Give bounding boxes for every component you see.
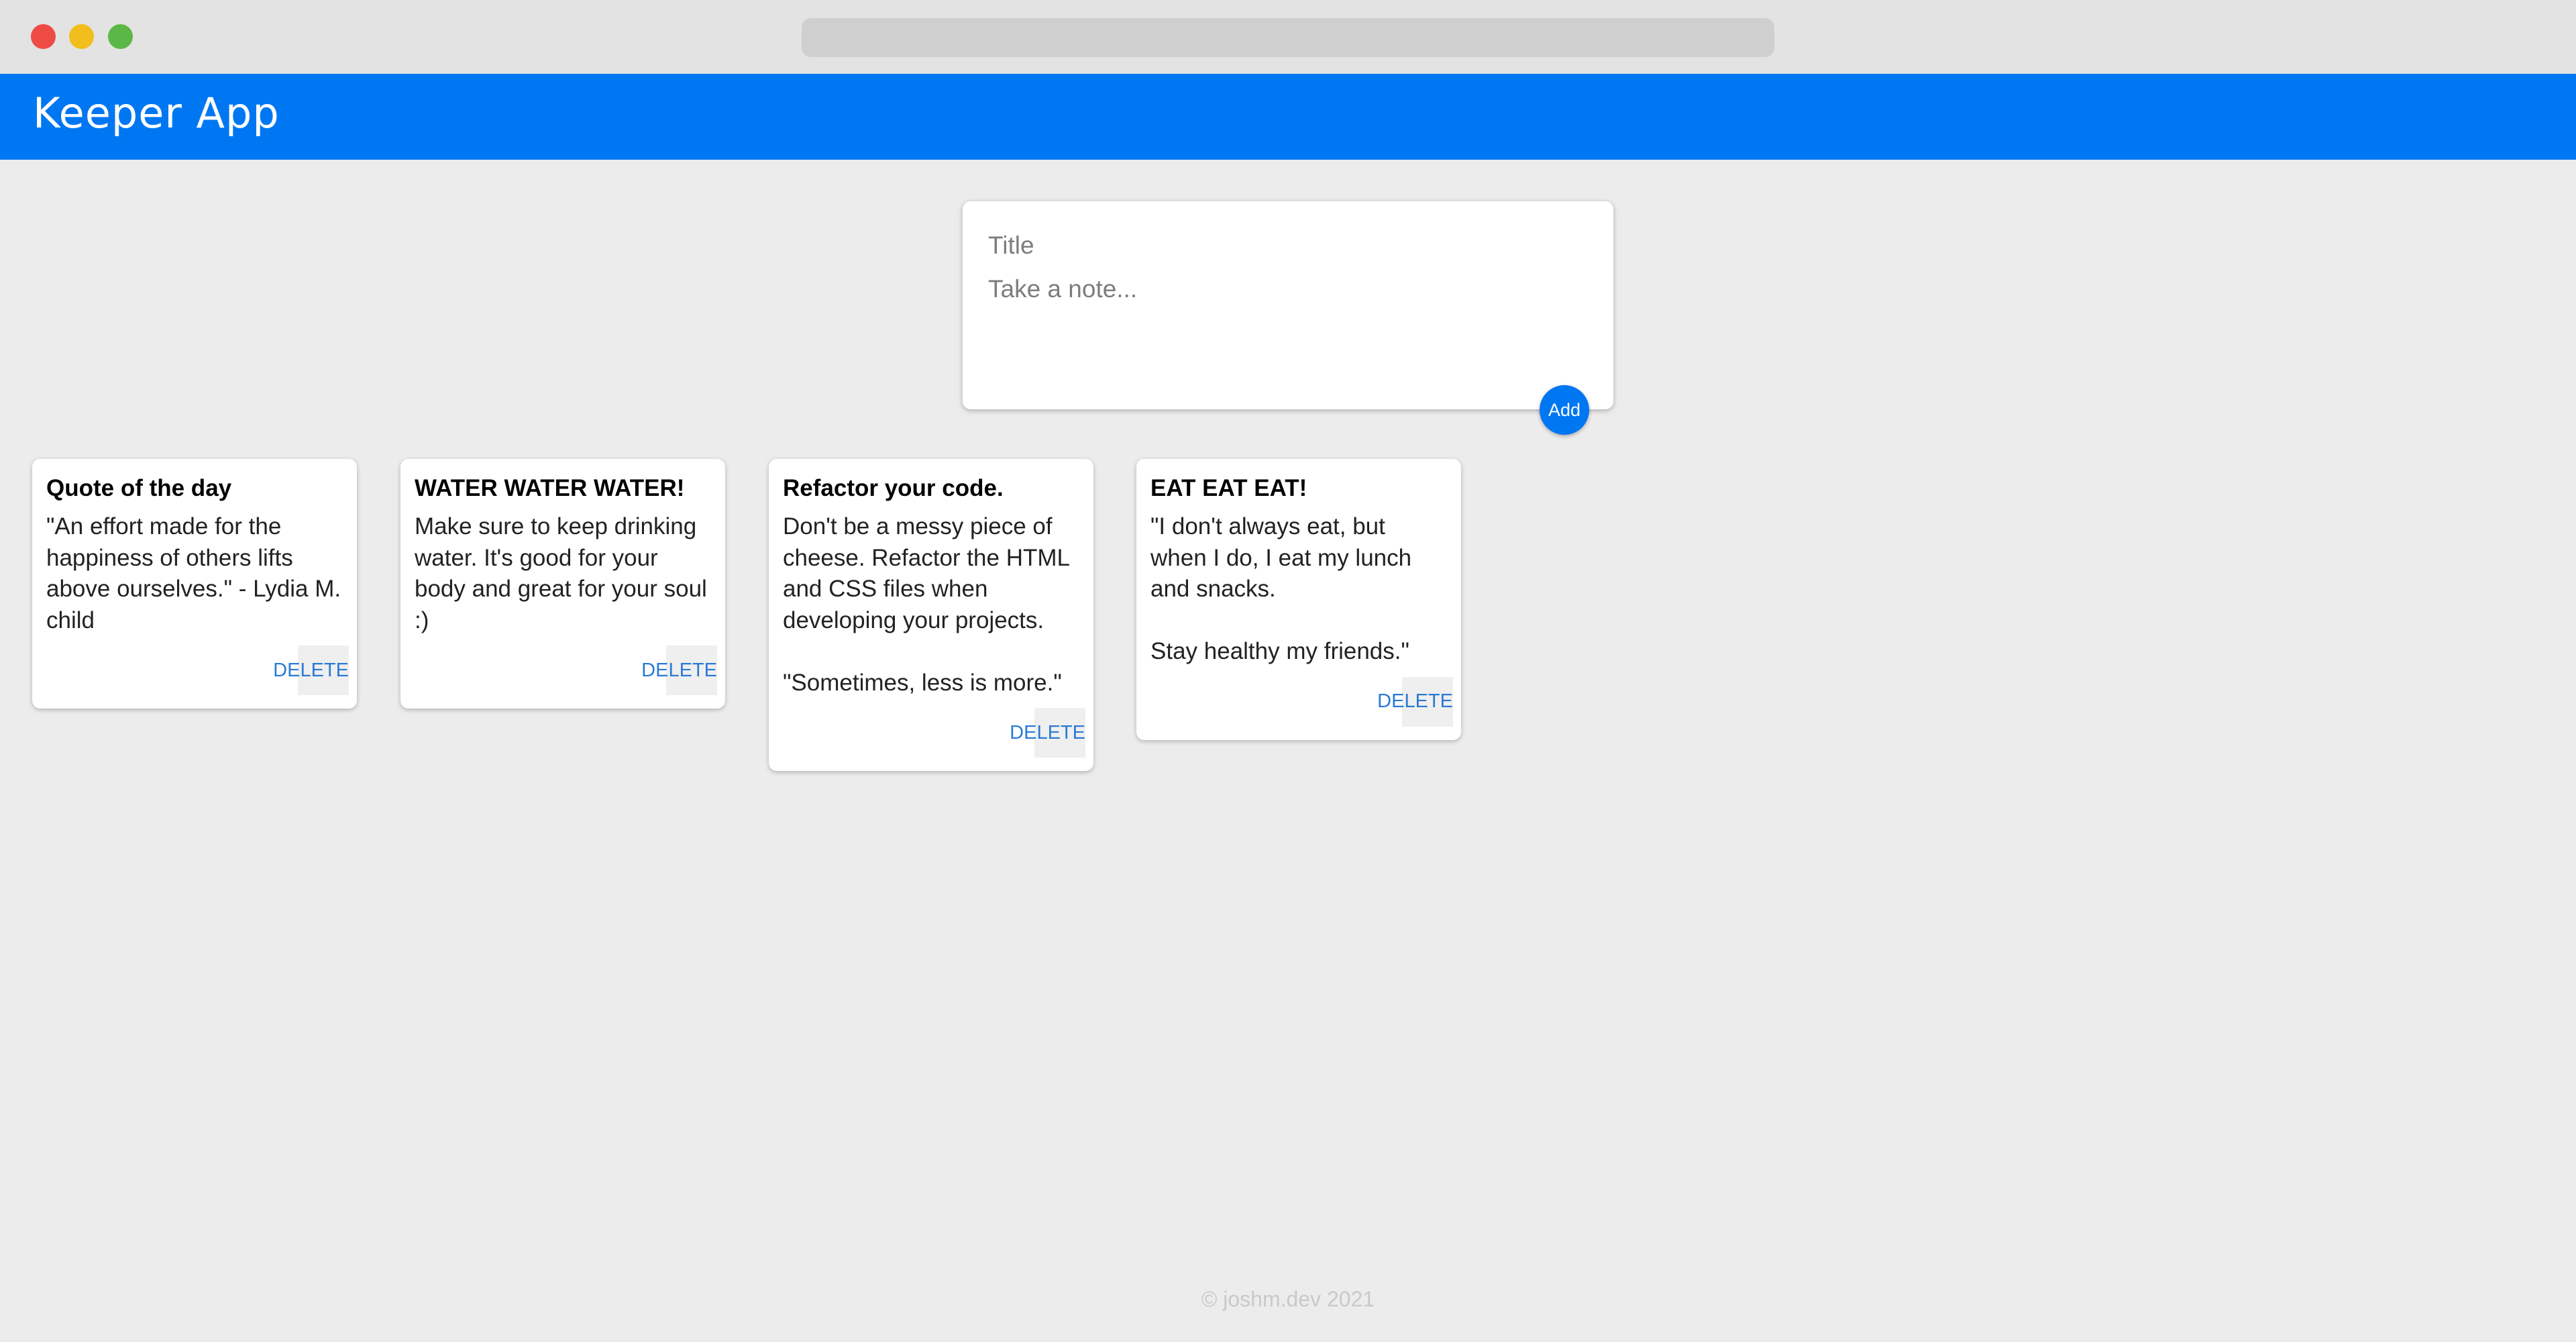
note-content: "I don't always eat, but when I do, I ea… xyxy=(1150,513,1412,664)
delete-note-button[interactable]: DELETE xyxy=(1377,676,1453,727)
note-card: Refactor your code. Don't be a messy pie… xyxy=(769,459,1093,771)
close-window-icon[interactable] xyxy=(31,24,56,49)
footer-copyright: © joshm.dev 2021 xyxy=(1201,1287,1375,1311)
note-content-input[interactable] xyxy=(988,275,1578,389)
note-card: EAT EAT EAT! "I don't always eat, but wh… xyxy=(1136,459,1461,740)
app-title: Keeper App xyxy=(33,89,280,138)
note-title: WATER WATER WATER! xyxy=(415,475,685,501)
note-content: "An effort made for the happiness of oth… xyxy=(46,513,347,633)
delete-note-button[interactable]: DELETE xyxy=(273,646,349,695)
note-card: WATER WATER WATER! Make sure to keep dri… xyxy=(400,459,725,709)
create-note-form xyxy=(963,201,1613,409)
add-note-button[interactable]: Add xyxy=(1540,385,1589,435)
note-content: Make sure to keep drinking water. It's g… xyxy=(415,513,714,633)
note-content: Don't be a messy piece of cheese. Refact… xyxy=(783,513,1069,696)
note-title: Refactor your code. xyxy=(783,475,1004,501)
delete-note-button[interactable]: DELETE xyxy=(641,646,717,695)
note-title: EAT EAT EAT! xyxy=(1150,475,1307,501)
minimize-window-icon[interactable] xyxy=(69,24,94,49)
address-bar[interactable] xyxy=(802,18,1774,57)
browser-chrome xyxy=(0,0,2576,74)
note-card: Quote of the day "An effort made for the… xyxy=(32,459,357,709)
delete-note-button[interactable]: DELETE xyxy=(1010,708,1085,758)
app-header: Keeper App xyxy=(0,74,2576,160)
maximize-window-icon[interactable] xyxy=(108,24,133,49)
note-title-input[interactable] xyxy=(988,229,1578,262)
note-title: Quote of the day xyxy=(46,475,232,501)
